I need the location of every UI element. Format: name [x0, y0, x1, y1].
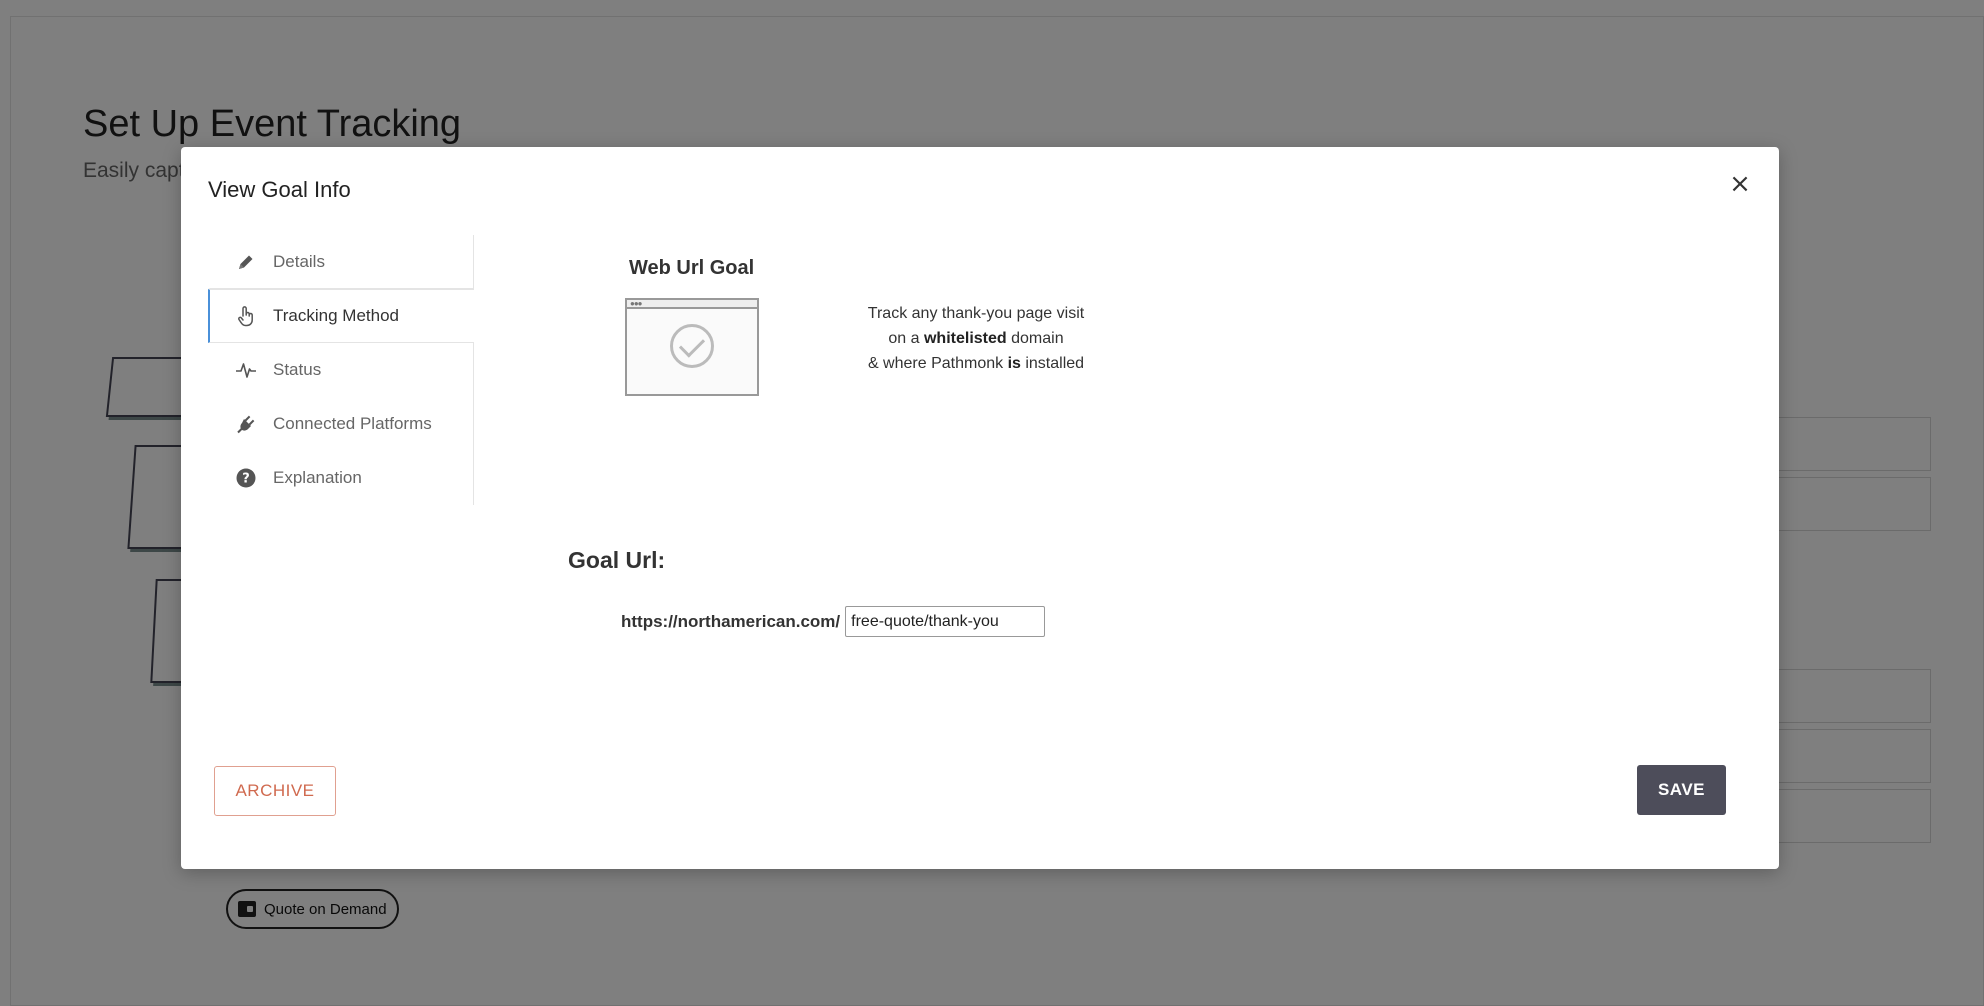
browser-dots-icon: ●●●	[630, 299, 642, 308]
close-button[interactable]: ×	[1725, 169, 1755, 199]
question-circle-icon: ?	[235, 467, 257, 489]
nav-item-label: Status	[273, 360, 322, 379]
nav-item-label: Tracking Method	[273, 306, 399, 325]
svg-text:?: ?	[242, 472, 250, 487]
nav-item-label: Details	[273, 251, 325, 271]
pencil-icon	[235, 251, 257, 273]
hand-pointer-icon	[235, 305, 257, 327]
description-emphasis: is	[1007, 355, 1021, 372]
goal-info-nav: Details Tracking Method Status Connected…	[208, 235, 474, 505]
goal-type-title: Web Url Goal	[629, 257, 755, 279]
nav-item-label: Explanation	[273, 468, 362, 487]
nav-item-explanation[interactable]: ? Explanation	[208, 451, 473, 505]
nav-item-label: Connected Platforms	[273, 414, 432, 433]
goal-url-heading: Goal Url:	[568, 547, 666, 573]
browser-toolbar: ●●●	[627, 300, 757, 309]
nav-item-connected-platforms[interactable]: Connected Platforms	[208, 397, 473, 451]
nav-item-status[interactable]: Status	[208, 343, 473, 397]
save-button[interactable]: SAVE	[1637, 765, 1726, 815]
goal-url-path-input[interactable]	[845, 606, 1046, 637]
nav-item-details[interactable]: Details	[208, 235, 473, 289]
description-text: on a	[888, 330, 924, 347]
description-line: on a whitelisted domain	[831, 326, 1121, 351]
description-line: & where Pathmonk is installed	[831, 351, 1121, 376]
view-goal-info-modal: View Goal Info × Details Tracking Method	[181, 147, 1779, 869]
plug-icon	[235, 413, 257, 435]
description-emphasis: whitelisted	[923, 330, 1007, 347]
archive-button[interactable]: ARCHIVE	[214, 766, 336, 816]
goal-url-row: https://northamerican.com/	[621, 606, 1046, 637]
description-line: Track any thank-you page visit	[867, 305, 1085, 322]
browser-check-illustration: ●●●	[625, 298, 759, 396]
description-text: installed	[1020, 355, 1085, 372]
check-circle-icon	[670, 324, 714, 368]
goal-type-description: Track any thank-you page visit on a whit…	[831, 301, 1121, 376]
description-text: & where Pathmonk	[867, 355, 1008, 372]
nav-item-tracking-method[interactable]: Tracking Method	[208, 289, 474, 343]
goal-url-domain: https://northamerican.com/	[621, 611, 841, 631]
modal-title: View Goal Info	[208, 177, 351, 202]
description-text: domain	[1006, 330, 1064, 347]
heartbeat-icon	[235, 359, 257, 381]
